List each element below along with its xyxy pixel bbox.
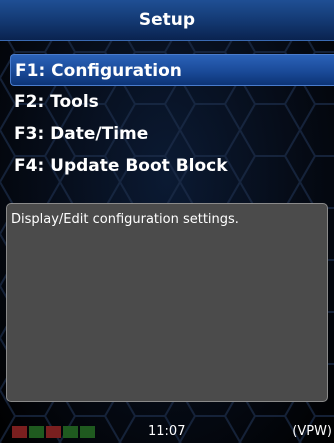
clock: 11:07 xyxy=(148,424,186,439)
status-indicator xyxy=(12,425,27,438)
status-indicator xyxy=(63,425,78,438)
title-bar: Setup xyxy=(0,0,334,41)
menu-item-label: F1: Configuration xyxy=(15,61,182,81)
status-bar: 11:07 (VPW) xyxy=(0,420,334,443)
menu-item-label: F2: Tools xyxy=(14,92,99,112)
protocol-mode: (VPW) xyxy=(292,424,332,439)
menu-item-label: F3: Date/Time xyxy=(14,124,149,144)
setup-menu: F1: Configuration F2: Tools F3: Date/Tim… xyxy=(10,54,334,182)
menu-item-date-time[interactable]: F3: Date/Time xyxy=(10,118,334,150)
status-indicator xyxy=(80,425,95,438)
menu-item-label: F4: Update Boot Block xyxy=(14,156,228,176)
page-title: Setup xyxy=(138,10,196,30)
description-panel: Display/Edit configuration settings. xyxy=(6,203,328,402)
status-indicators xyxy=(12,425,95,438)
menu-item-tools[interactable]: F2: Tools xyxy=(10,86,334,118)
status-indicator xyxy=(29,425,44,438)
description-text: Display/Edit configuration settings. xyxy=(11,212,239,227)
status-indicator xyxy=(46,425,61,438)
menu-item-update-boot-block[interactable]: F4: Update Boot Block xyxy=(10,150,334,182)
menu-item-configuration[interactable]: F1: Configuration xyxy=(10,54,334,86)
